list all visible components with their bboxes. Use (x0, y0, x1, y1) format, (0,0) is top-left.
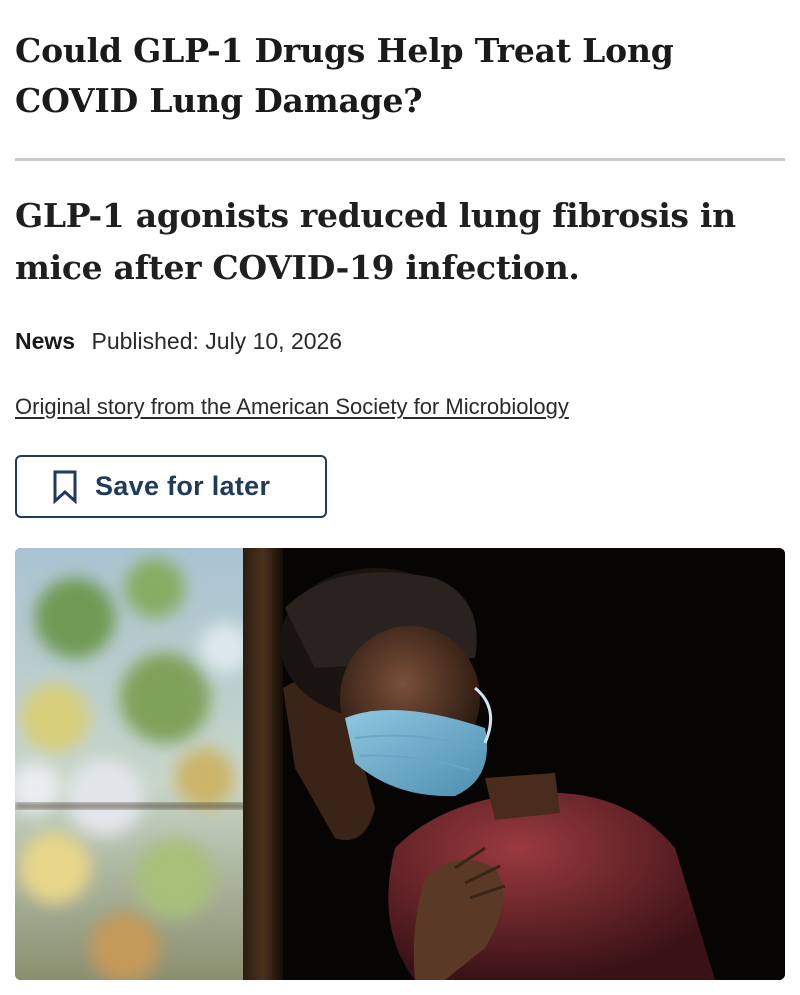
bookmark-icon (53, 470, 77, 504)
published-date: Published: July 10, 2026 (91, 328, 343, 354)
title-divider (15, 158, 785, 161)
hero-image (15, 548, 785, 980)
category-label[interactable]: News (15, 328, 75, 354)
original-story-link[interactable]: Original story from the American Society… (15, 392, 569, 422)
hero-photo-illustration (15, 548, 785, 980)
save-button-label: Save for later (95, 471, 271, 501)
article-subtitle: GLP-1 agonists reduced lung fibrosis in … (15, 196, 736, 287)
article-meta: News Published: July 10, 2026 (15, 326, 342, 356)
save-for-later-button[interactable]: Save for later (15, 455, 327, 518)
article-title: Could GLP-1 Drugs Help Treat Long COVID … (15, 31, 674, 120)
